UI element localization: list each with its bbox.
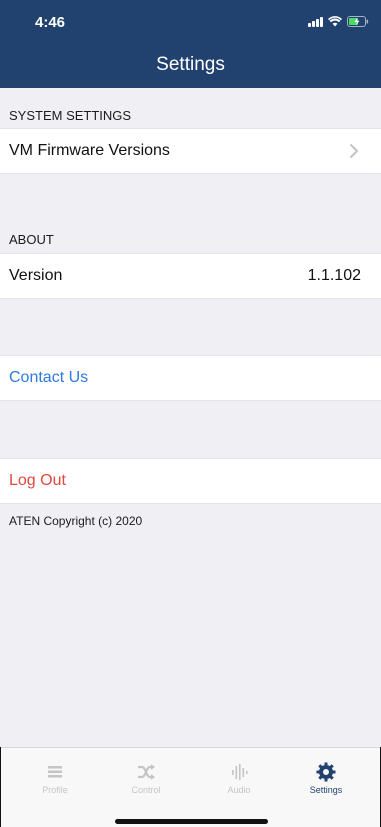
section-header-about: ABOUT (9, 232, 54, 247)
settings-list: SYSTEM SETTINGS VM Firmware Versions ABO… (0, 88, 381, 747)
tab-control[interactable]: Control (108, 762, 184, 795)
status-time: 4:46 (35, 14, 66, 31)
chevron-right-icon (350, 144, 358, 158)
vm-firmware-versions-row[interactable]: VM Firmware Versions (0, 128, 381, 174)
vm-firmware-versions-label: VM Firmware Versions (9, 142, 170, 159)
tab-label-profile: Profile (42, 785, 68, 795)
status-icons (308, 16, 369, 27)
frame-edge-left (0, 747, 1, 827)
gear-icon (316, 762, 336, 782)
battery-charging-icon (347, 16, 369, 27)
home-indicator[interactable] (115, 819, 268, 824)
list-icon (48, 766, 62, 778)
tab-profile[interactable]: Profile (17, 762, 93, 795)
tab-label-settings: Settings (309, 785, 343, 795)
tab-label-audio: Audio (227, 785, 251, 795)
tab-settings[interactable]: Settings (288, 762, 364, 795)
log-out-label: Log Out (9, 472, 66, 489)
version-row: Version 1.1.102 (0, 253, 381, 299)
page-title: Settings (156, 54, 225, 75)
waveform-icon (232, 764, 248, 780)
section-header-system-settings: SYSTEM SETTINGS (9, 108, 132, 123)
version-label: Version (9, 267, 63, 284)
wifi-icon (328, 16, 342, 27)
tab-bar: Profile Control Audio Settings (0, 747, 381, 827)
tab-label-control: Control (131, 785, 161, 795)
nav-header: 4:46 Settings (0, 0, 381, 88)
contact-us-label: Contact Us (9, 369, 89, 386)
contact-us-row[interactable]: Contact Us (0, 355, 381, 401)
copyright-text: ATEN Copyright (c) 2020 (9, 514, 143, 528)
cellular-signal-icon (308, 17, 323, 27)
version-value: 1.1.102 (307, 267, 361, 284)
tab-audio[interactable]: Audio (201, 762, 277, 795)
shuffle-icon (138, 764, 155, 780)
log-out-row[interactable]: Log Out (0, 458, 381, 504)
